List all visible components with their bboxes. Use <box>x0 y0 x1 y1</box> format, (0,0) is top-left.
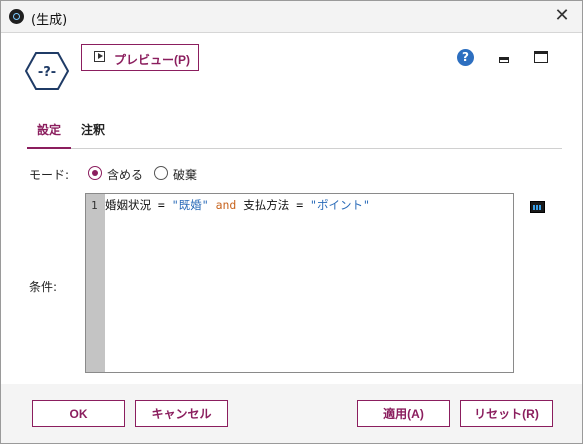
condition-code[interactable]: 婚姻状況 = "既婚" and 支払方法 = "ポイント" <box>105 197 370 213</box>
radio-discard-label[interactable]: 破棄 <box>173 166 197 183</box>
dialog-window: (生成) ✕ -?- プレビュー(P) ? 設定 注釈 モード: 含める 破棄 … <box>0 0 583 444</box>
reset-button[interactable]: リセット(R) <box>460 400 553 427</box>
field-token: 婚姻状況 <box>105 198 151 212</box>
radio-include-label[interactable]: 含める <box>107 166 143 183</box>
radio-discard[interactable] <box>154 166 168 180</box>
play-icon <box>94 51 105 62</box>
keyword-token: and <box>208 198 244 212</box>
mode-label: モード: <box>29 168 70 182</box>
apply-button[interactable]: 適用(A) <box>357 400 450 427</box>
field-token: 支払方法 <box>243 198 290 212</box>
tab-divider <box>27 148 562 149</box>
expression-builder-icon[interactable] <box>530 201 545 213</box>
operator-token: = <box>151 198 172 212</box>
line-number: 1 <box>91 199 98 212</box>
cancel-button[interactable]: キャンセル <box>135 400 228 427</box>
minimize-icon[interactable] <box>499 57 509 63</box>
radio-include[interactable] <box>88 166 102 180</box>
close-icon[interactable]: ✕ <box>550 5 574 29</box>
tab-settings[interactable]: 設定 <box>37 121 61 138</box>
select-node-icon: -?- <box>25 52 69 90</box>
tab-annotation[interactable]: 注釈 <box>81 121 105 138</box>
line-gutter: 1 <box>86 194 105 372</box>
title-bar: (生成) ✕ <box>1 1 582 33</box>
ok-button[interactable]: OK <box>32 400 125 427</box>
preview-button[interactable]: プレビュー(P) <box>81 44 199 71</box>
operator-token: = <box>289 198 311 212</box>
string-token: "既婚" <box>171 198 209 212</box>
condition-editor[interactable]: 1 婚姻状況 = "既婚" and 支払方法 = "ポイント" <box>85 193 514 373</box>
svg-text:-?-: -?- <box>38 65 56 80</box>
maximize-icon[interactable] <box>534 51 548 63</box>
condition-label: 条件: <box>29 280 58 294</box>
string-token: "ポイント" <box>310 198 370 212</box>
app-icon <box>9 9 24 24</box>
window-title: (生成) <box>31 13 68 28</box>
help-icon[interactable]: ? <box>457 49 474 66</box>
active-tab-indicator <box>27 147 71 149</box>
preview-label: プレビュー(P) <box>114 53 190 67</box>
